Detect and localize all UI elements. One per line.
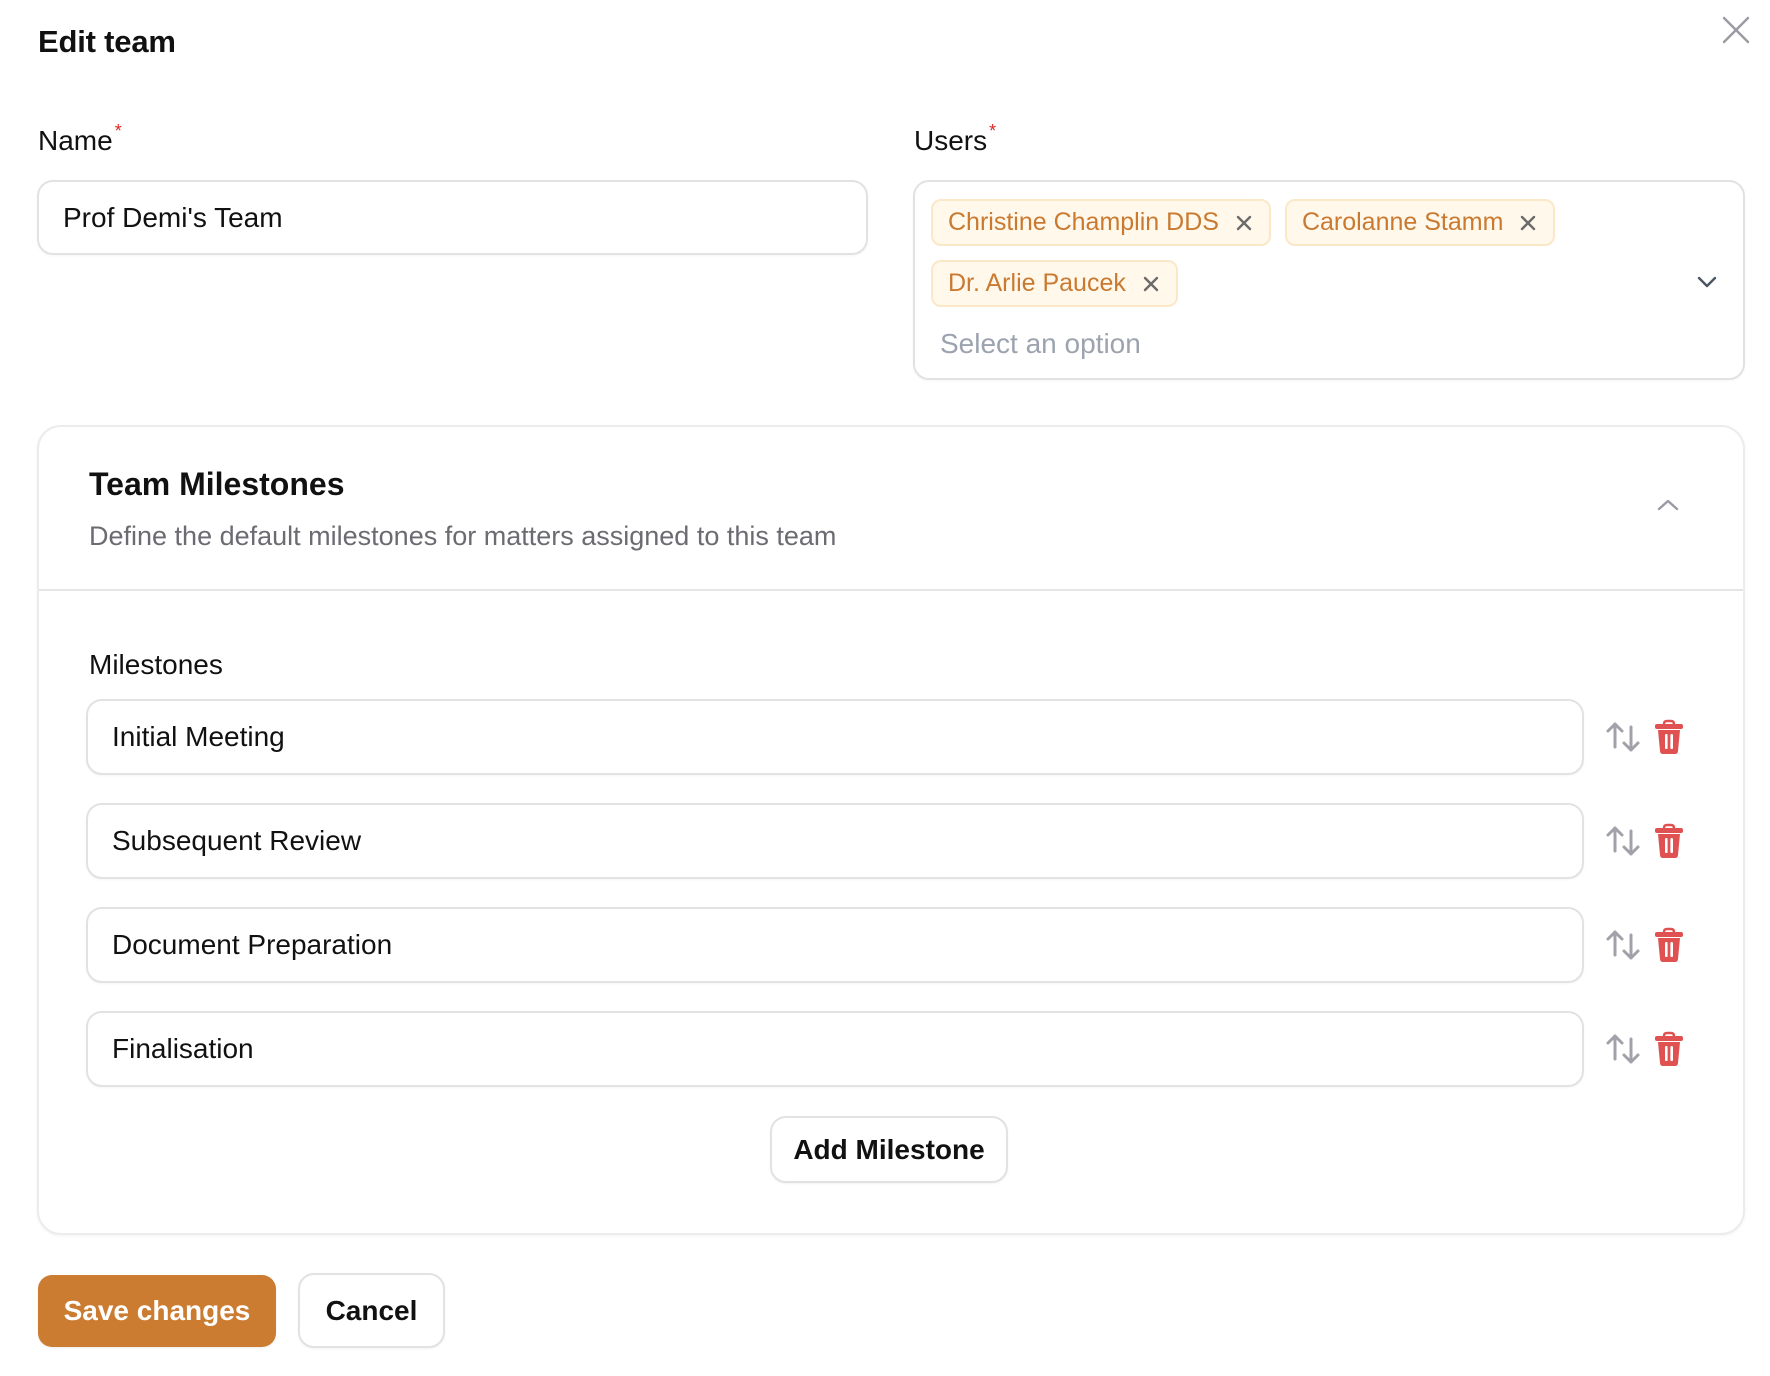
reorder-handle[interactable] <box>1604 1030 1642 1068</box>
remove-user-button[interactable] <box>1140 273 1162 295</box>
cancel-button[interactable]: Cancel <box>298 1273 445 1348</box>
milestone-input[interactable] <box>86 1011 1584 1087</box>
arrows-up-down-icon <box>1606 722 1640 752</box>
milestone-row <box>86 699 1696 775</box>
user-chip-label: Christine Champlin DDS <box>948 208 1219 236</box>
delete-milestone-button[interactable] <box>1652 821 1686 861</box>
chevron-up-icon <box>1657 499 1679 511</box>
delete-milestone-button[interactable] <box>1652 1029 1686 1069</box>
chevron-down-icon <box>1697 276 1717 288</box>
users-label: Users * <box>914 121 996 157</box>
users-dropdown-toggle[interactable] <box>1693 268 1721 296</box>
collapse-button[interactable] <box>1650 487 1686 523</box>
save-changes-button[interactable]: Save changes <box>38 1275 276 1347</box>
dialog-title: Edit team <box>38 24 176 59</box>
milestone-row <box>86 1011 1696 1087</box>
milestone-input[interactable] <box>86 699 1584 775</box>
trash-icon <box>1655 719 1683 754</box>
close-icon <box>1722 16 1750 44</box>
add-milestone-button[interactable]: Add Milestone <box>770 1116 1008 1183</box>
remove-user-button[interactable] <box>1233 212 1255 234</box>
milestone-row <box>86 803 1696 879</box>
required-asterisk: * <box>114 121 122 141</box>
user-chip: Dr. Arlie Paucek <box>931 260 1178 307</box>
arrows-up-down-icon <box>1606 930 1640 960</box>
arrows-up-down-icon <box>1606 1034 1640 1064</box>
card-subtitle: Define the default milestones for matter… <box>89 521 837 551</box>
trash-icon <box>1655 927 1683 962</box>
required-asterisk: * <box>989 121 997 141</box>
remove-user-button[interactable] <box>1517 212 1539 234</box>
card-title: Team Milestones <box>89 466 345 502</box>
user-chip: Carolanne Stamm <box>1284 199 1556 246</box>
name-input[interactable] <box>37 180 868 255</box>
user-chip-label: Dr. Arlie Paucek <box>948 269 1126 297</box>
close-button[interactable] <box>1718 12 1754 48</box>
milestone-row <box>86 907 1696 983</box>
name-label-text: Name <box>38 125 113 156</box>
milestone-input[interactable] <box>86 803 1584 879</box>
x-icon <box>1143 276 1159 291</box>
team-milestones-card: Team Milestones Define the default miles… <box>37 425 1745 1235</box>
reorder-handle[interactable] <box>1604 718 1642 756</box>
users-label-text: Users <box>914 125 988 156</box>
trash-icon <box>1655 823 1683 858</box>
reorder-handle[interactable] <box>1604 822 1642 860</box>
reorder-handle[interactable] <box>1604 926 1642 964</box>
selected-users: Christine Champlin DDS Carolanne Stamm D… <box>931 199 1671 307</box>
name-label: Name * <box>38 121 122 157</box>
user-chip: Christine Champlin DDS <box>931 199 1271 246</box>
x-icon <box>1521 215 1536 230</box>
card-header[interactable]: Team Milestones Define the default miles… <box>39 427 1743 591</box>
arrows-up-down-icon <box>1606 826 1640 856</box>
delete-milestone-button[interactable] <box>1652 925 1686 965</box>
users-search-placeholder[interactable]: Select an option <box>940 328 1141 360</box>
delete-milestone-button[interactable] <box>1652 717 1686 757</box>
trash-icon <box>1655 1031 1683 1066</box>
user-chip-label: Carolanne Stamm <box>1301 208 1504 236</box>
users-multiselect[interactable]: Christine Champlin DDS Carolanne Stamm D… <box>913 180 1745 380</box>
milestone-input[interactable] <box>86 907 1584 983</box>
milestones-label: Milestones <box>89 649 223 680</box>
x-icon <box>1236 215 1252 230</box>
